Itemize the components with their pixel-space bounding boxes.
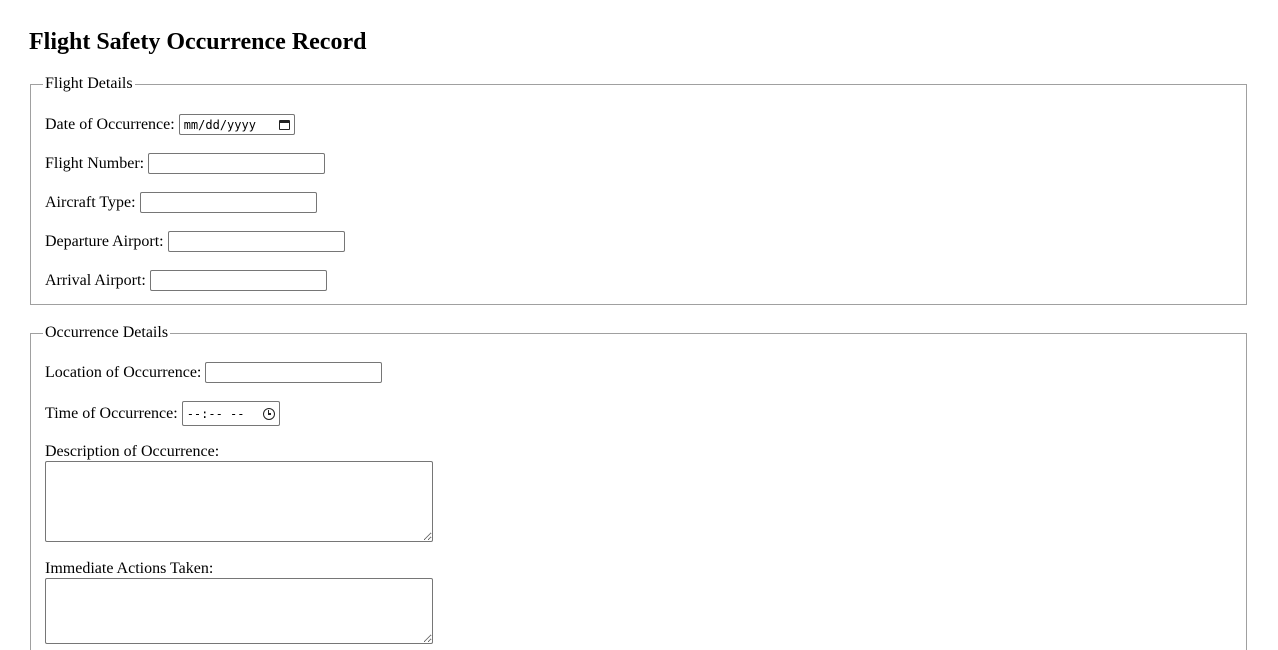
- clock-icon[interactable]: [262, 407, 275, 420]
- arrival-airport-input[interactable]: [149, 270, 327, 291]
- date-label: Date of Occurrence:: [45, 115, 175, 133]
- flight-details-legend: Flight Details: [45, 75, 133, 92]
- calendar-icon[interactable]: [278, 119, 290, 130]
- arrival-airport-row: Arrival Airport:: [45, 270, 327, 291]
- location-input[interactable]: [205, 362, 383, 383]
- departure-airport-input[interactable]: [167, 231, 345, 252]
- date-row: Date of Occurrence: mm/dd/yyyy: [45, 114, 295, 135]
- date-field[interactable]: mm/dd/yyyy: [178, 114, 295, 135]
- occurrence-details-section: Occurrence Details Location of Occurrenc…: [30, 325, 1247, 650]
- actions-label: Immediate Actions Taken:: [45, 560, 214, 577]
- aircraft-type-row: Aircraft Type:: [45, 192, 317, 213]
- date-placeholder: mm/dd/yyyy: [183, 117, 256, 132]
- flight-details-section: Flight Details Date of Occurrence: mm/dd…: [30, 76, 1247, 305]
- actions-textarea[interactable]: [45, 578, 433, 644]
- time-label: Time of Occurrence:: [45, 404, 178, 422]
- page-title: Flight Safety Occurrence Record: [29, 29, 367, 55]
- flight-number-label: Flight Number:: [45, 154, 145, 172]
- aircraft-type-label: Aircraft Type:: [45, 193, 136, 211]
- time-placeholder: --:-- --: [186, 406, 245, 421]
- page: Flight Safety Occurrence Record Flight D…: [0, 0, 1278, 650]
- arrival-airport-label: Arrival Airport:: [45, 271, 146, 289]
- departure-airport-row: Departure Airport:: [45, 231, 345, 252]
- time-row: Time of Occurrence: --:-- --: [45, 401, 280, 426]
- description-label: Description of Occurrence:: [45, 443, 220, 460]
- departure-airport-label: Departure Airport:: [45, 232, 164, 250]
- location-label: Location of Occurrence:: [45, 363, 202, 381]
- flight-number-row: Flight Number:: [45, 153, 326, 174]
- time-field[interactable]: --:-- --: [181, 401, 280, 426]
- location-row: Location of Occurrence:: [45, 362, 383, 383]
- aircraft-type-input[interactable]: [139, 192, 317, 213]
- occurrence-details-legend: Occurrence Details: [45, 324, 169, 341]
- description-textarea[interactable]: [45, 461, 433, 542]
- flight-number-input[interactable]: [148, 153, 326, 174]
